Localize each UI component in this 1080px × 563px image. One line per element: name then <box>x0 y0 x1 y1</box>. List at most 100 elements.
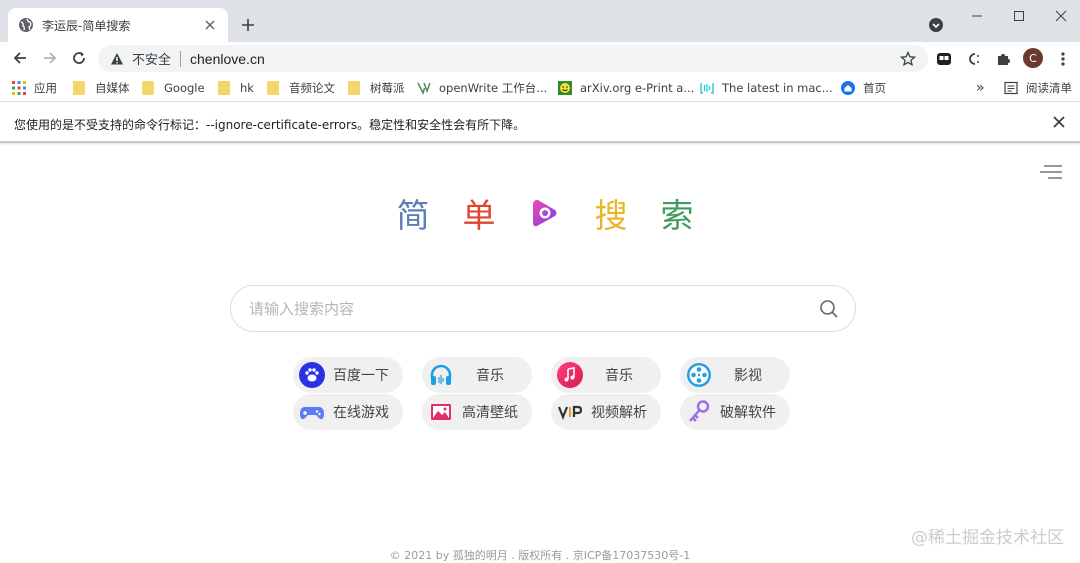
gamepad-icon <box>299 399 325 425</box>
browser-toolbar: 不安全 chenlove.cn C <box>0 42 1080 74</box>
search-icon[interactable] <box>819 299 839 319</box>
image-icon <box>428 399 454 425</box>
address-bar[interactable]: 不安全 chenlove.cn <box>98 45 928 72</box>
paperswithcode-icon <box>700 81 714 95</box>
bookmark-label: The latest in mac... <box>722 81 833 95</box>
page-content: 简 单 搜 索 百度一下 音 <box>0 145 1080 563</box>
close-window-button[interactable] <box>1046 6 1076 26</box>
logo-char-4: 索 <box>660 196 694 235</box>
quick-link-music-2[interactable]: 音乐 <box>551 357 661 393</box>
profile-avatar[interactable]: C <box>1023 48 1043 68</box>
bookmark-apps[interactable]: 应用 <box>12 80 57 96</box>
hamburger-menu-icon[interactable] <box>1038 163 1064 181</box>
quick-link-music-1[interactable]: 音乐 <box>422 357 532 393</box>
bookmark-label: 音频论文 <box>289 81 335 95</box>
reload-button[interactable] <box>69 48 89 68</box>
bookmark-label: 树莓派 <box>370 81 405 95</box>
infobar-close-icon[interactable] <box>1052 115 1068 131</box>
infobar-message: 您使用的是不受支持的命令行标记：--ignore-certificate-err… <box>14 118 526 132</box>
quick-link-wallpapers[interactable]: 高清壁纸 <box>422 394 532 430</box>
quick-link-label: 破解软件 <box>720 405 776 421</box>
folder-icon <box>142 81 156 95</box>
key-icon <box>686 399 712 425</box>
bookmark-folder-audio-papers[interactable]: 音频论文 <box>267 80 335 96</box>
tab-title: 李运辰-简单搜索 <box>42 18 131 33</box>
logo-char-1: 简 <box>396 196 430 235</box>
watermark: @稀土掘金技术社区 <box>911 528 1064 548</box>
bookmark-label: arXiv.org e-Print a... <box>580 81 695 95</box>
bookmark-star-icon[interactable] <box>900 51 916 67</box>
bookmark-papers-with-code[interactable]: The latest in mac... <box>700 80 833 96</box>
browser-tab[interactable]: 李运辰-简单搜索 <box>8 8 228 42</box>
brand-play-icon <box>512 197 578 229</box>
omnibox-divider <box>180 50 182 67</box>
apps-grid-icon <box>12 81 26 95</box>
logo-char-3: 搜 <box>594 196 628 235</box>
quick-link-label: 高清壁纸 <box>462 405 518 421</box>
quick-link-label: 百度一下 <box>333 368 389 384</box>
baidu-icon <box>299 362 325 388</box>
bookmark-label: 应用 <box>34 81 57 95</box>
quick-link-cracked-software[interactable]: 破解软件 <box>680 394 790 430</box>
bookmark-openwrite[interactable]: openWrite 工作台... <box>417 80 547 96</box>
maximize-button[interactable] <box>1004 6 1034 26</box>
tab-search-icon[interactable] <box>928 17 944 33</box>
vip-icon <box>557 399 583 425</box>
bookmarks-bar: 应用 自媒体 Google hk 音频论文 树莓派 openWrite 工作台.… <box>0 74 1080 102</box>
bookmark-folder-hk[interactable]: hk <box>218 80 254 96</box>
extension-icon[interactable] <box>935 50 953 68</box>
footer-copyright: © 2021 by 孤独的明月 . 版权所有 . 京ICP备17037530号-… <box>389 549 691 562</box>
quick-link-baidu[interactable]: 百度一下 <box>293 357 403 393</box>
logo-char-2: 单 <box>462 196 496 235</box>
bookmark-folder-media[interactable]: 自媒体 <box>73 80 130 96</box>
tab-close-icon[interactable] <box>202 17 218 33</box>
openwrite-icon <box>417 81 431 95</box>
search-box <box>230 285 856 332</box>
bookmark-label: hk <box>240 81 254 95</box>
bookmark-label: 首页 <box>863 81 886 95</box>
tab-strip: 李运辰-简单搜索 <box>0 0 1080 42</box>
bookmark-arxiv[interactable]: arXiv.org e-Print a... <box>558 80 694 96</box>
headphones-icon <box>428 362 454 388</box>
back-button[interactable] <box>10 48 30 68</box>
folder-icon <box>267 81 281 95</box>
reading-list-icon <box>1004 81 1018 95</box>
bookmarks-overflow-button[interactable]: » <box>976 80 985 96</box>
unsupported-flag-infobar: 您使用的是不受支持的命令行标记：--ignore-certificate-err… <box>0 103 1080 143</box>
bookmark-label: Google <box>164 81 205 95</box>
quick-link-video-parse[interactable]: 视频解析 <box>551 394 661 430</box>
quick-link-games[interactable]: 在线游戏 <box>293 394 403 430</box>
site-logo: 简 单 搜 索 <box>380 190 710 236</box>
globe-icon <box>18 17 34 33</box>
quick-link-label: 视频解析 <box>591 405 647 421</box>
folder-icon <box>73 81 87 95</box>
arxiv-icon <box>558 81 572 95</box>
reading-list-label: 阅读清单 <box>1026 81 1072 95</box>
minimize-button[interactable] <box>962 6 992 26</box>
film-reel-icon <box>686 362 712 388</box>
quick-link-label: 影视 <box>734 368 762 384</box>
quick-link-label: 音乐 <box>605 368 633 384</box>
bookmark-folder-google[interactable]: Google <box>142 80 205 96</box>
music-note-icon <box>557 362 583 388</box>
warning-icon[interactable] <box>110 52 124 66</box>
new-tab-button[interactable] <box>238 15 258 35</box>
quick-link-label: 在线游戏 <box>333 405 389 421</box>
folder-icon <box>218 81 232 95</box>
code-extension-icon[interactable] <box>965 50 983 68</box>
bookmark-home[interactable]: 首页 <box>841 80 886 96</box>
search-input[interactable] <box>249 299 809 318</box>
security-label[interactable]: 不安全 <box>132 49 171 68</box>
folder-icon <box>348 81 362 95</box>
home-site-icon <box>841 81 855 95</box>
url-text[interactable]: chenlove.cn <box>190 51 265 67</box>
bookmark-label: openWrite 工作台... <box>439 81 548 95</box>
bookmark-folder-raspberry-pi[interactable]: 树莓派 <box>348 80 405 96</box>
reading-list-button[interactable]: 阅读清单 <box>1004 80 1072 96</box>
quick-link-label: 音乐 <box>476 368 504 384</box>
forward-button[interactable] <box>40 48 60 68</box>
quick-link-movies[interactable]: 影视 <box>680 357 790 393</box>
browser-menu-icon[interactable] <box>1054 50 1072 68</box>
extensions-puzzle-icon[interactable] <box>995 50 1013 68</box>
bookmark-label: 自媒体 <box>95 81 130 95</box>
